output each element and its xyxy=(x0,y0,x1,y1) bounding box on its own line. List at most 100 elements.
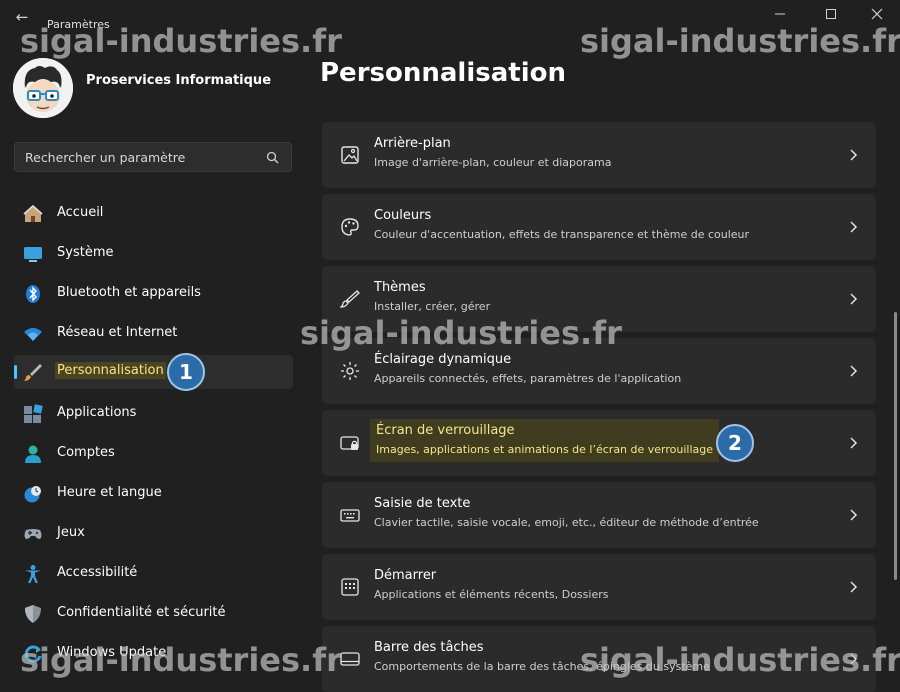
sidebar-item-label: Jeux xyxy=(57,525,85,540)
maximize-button[interactable] xyxy=(817,6,845,26)
shield-icon xyxy=(25,605,41,623)
search-icon xyxy=(266,151,279,164)
avatar[interactable] xyxy=(13,58,73,118)
card-title: Écran de verrouillage xyxy=(376,423,515,438)
avatar-cartoon-icon xyxy=(13,58,73,118)
card-barre-taches[interactable]: Barre des tâches Comportements de la bar… xyxy=(322,626,876,692)
card-subtitle: Comportements de la barre des tâches, ép… xyxy=(374,660,710,673)
sidebar-item-systeme[interactable]: Système xyxy=(14,237,293,271)
sidebar-item-jeux[interactable]: Jeux xyxy=(14,517,293,551)
system-icon xyxy=(24,247,42,262)
card-text: Barre des tâches Comportements de la bar… xyxy=(374,640,710,673)
card-demarrer[interactable]: Démarrer Applications et éléments récent… xyxy=(322,554,876,620)
start-icon xyxy=(341,578,359,596)
sidebar-item-label: Comptes xyxy=(57,445,115,460)
home-icon xyxy=(23,204,43,222)
sidebar-item-personnalisation[interactable]: Personnalisation xyxy=(14,355,293,389)
card-themes[interactable]: Thèmes Installer, créer, gérer xyxy=(322,266,876,332)
card-subtitle: Clavier tactile, saisie vocale, emoji, e… xyxy=(374,516,759,529)
lock-screen-icon xyxy=(340,436,359,450)
update-icon xyxy=(24,645,42,663)
step-2-badge: 2 xyxy=(716,424,754,462)
card-title: Saisie de texte xyxy=(374,496,471,511)
sidebar-item-label: Réseau et Internet xyxy=(57,325,178,340)
keyboard-icon xyxy=(340,509,360,522)
step-1-badge: 1 xyxy=(167,353,205,391)
app-title: Paramètres xyxy=(47,18,110,31)
close-icon xyxy=(871,8,883,20)
clock-globe-icon xyxy=(24,486,41,503)
card-text: Arrière-plan Image d'arrière-plan, coule… xyxy=(374,136,611,169)
page-title: Personnalisation xyxy=(320,58,566,88)
card-text: Thèmes Installer, créer, gérer xyxy=(374,280,490,313)
card-ecran-verrouillage[interactable]: Écran de verrouillage Images, applicatio… xyxy=(322,410,876,476)
card-subtitle: Applications et éléments récents, Dossie… xyxy=(374,588,609,601)
card-title: Couleurs xyxy=(374,208,432,223)
accessibility-icon xyxy=(25,565,41,583)
sidebar-item-confidentialite[interactable]: Confidentialité et sécurité xyxy=(14,597,293,631)
sidebar-item-label: Confidentialité et sécurité xyxy=(57,605,226,620)
chevron-right-icon xyxy=(850,653,858,665)
sidebar-item-windows-update[interactable]: Windows Update xyxy=(14,637,293,671)
sidebar-item-accessibilite[interactable]: Accessibilité xyxy=(14,557,293,591)
gamepad-icon xyxy=(24,529,42,539)
card-eclairage[interactable]: Éclairage dynamique Appareils connectés,… xyxy=(322,338,876,404)
card-text: Saisie de texte Clavier tactile, saisie … xyxy=(374,496,759,529)
scrollbar[interactable] xyxy=(894,312,897,580)
sidebar-item-heure[interactable]: Heure et langue xyxy=(14,477,293,511)
card-subtitle: Installer, créer, gérer xyxy=(374,300,491,313)
card-text: Écran de verrouillage Images, applicatio… xyxy=(370,419,720,462)
card-title: Démarrer xyxy=(374,568,437,583)
card-title: Barre des tâches xyxy=(374,640,484,655)
sidebar-item-applications[interactable]: Applications xyxy=(14,397,293,431)
search-placeholder: Rechercher un paramètre xyxy=(25,150,186,165)
card-arriere-plan[interactable]: Arrière-plan Image d'arrière-plan, coule… xyxy=(322,122,876,188)
sidebar-item-label: Heure et langue xyxy=(57,485,162,500)
chevron-right-icon xyxy=(850,149,858,161)
card-couleurs[interactable]: Couleurs Couleur d'accentuation, effets … xyxy=(322,194,876,260)
chevron-right-icon xyxy=(850,293,858,305)
bluetooth-icon xyxy=(26,285,40,303)
card-title: Arrière-plan xyxy=(374,136,451,151)
sidebar-item-reseau[interactable]: Réseau et Internet xyxy=(14,317,293,351)
search-input[interactable]: Rechercher un paramètre xyxy=(14,142,292,172)
taskbar-icon xyxy=(340,652,360,666)
sidebar-item-bluetooth[interactable]: Bluetooth et appareils xyxy=(14,277,293,311)
sidebar-item-label: Bluetooth et appareils xyxy=(57,285,201,300)
sidebar-item-comptes[interactable]: Comptes xyxy=(14,437,293,471)
selection-indicator xyxy=(14,365,17,379)
card-saisie-texte[interactable]: Saisie de texte Clavier tactile, saisie … xyxy=(322,482,876,548)
wifi-icon xyxy=(24,328,42,341)
chevron-right-icon xyxy=(850,581,858,593)
card-title: Thèmes xyxy=(374,280,426,295)
card-subtitle: Couleur d'accentuation, effets de transp… xyxy=(374,228,750,241)
lighting-icon xyxy=(341,362,359,380)
sidebar-item-label: Personnalisation xyxy=(55,362,166,379)
card-subtitle: Image d'arrière-plan, couleur et diapora… xyxy=(374,156,612,169)
image-icon xyxy=(341,146,359,164)
brush-icon xyxy=(24,364,42,381)
palette-icon xyxy=(341,218,359,236)
sidebar-item-label: Windows Update xyxy=(57,645,167,660)
title-bar: ← Paramètres xyxy=(0,0,900,34)
chevron-right-icon xyxy=(850,437,858,449)
minimize-button[interactable] xyxy=(766,6,794,26)
sidebar-item-label: Accueil xyxy=(57,205,104,220)
card-text: Démarrer Applications et éléments récent… xyxy=(374,568,608,601)
card-text: Éclairage dynamique Appareils connectés,… xyxy=(374,352,681,385)
card-subtitle: Images, applications et animations de l’… xyxy=(376,443,714,456)
back-arrow-icon[interactable]: ← xyxy=(12,8,32,26)
sidebar-item-label: Applications xyxy=(57,405,137,420)
apps-icon xyxy=(24,404,43,423)
chevron-right-icon xyxy=(850,509,858,521)
maximize-icon xyxy=(826,9,836,19)
card-title: Éclairage dynamique xyxy=(374,352,512,367)
chevron-right-icon xyxy=(850,221,858,233)
user-name[interactable]: Proservices Informatique xyxy=(86,73,271,88)
card-subtitle: Appareils connectés, effets, paramètres … xyxy=(374,372,682,385)
sidebar-item-accueil[interactable]: Accueil xyxy=(14,197,293,231)
card-text: Couleurs Couleur d'accentuation, effets … xyxy=(374,208,749,241)
close-button[interactable] xyxy=(863,6,891,26)
minimize-icon xyxy=(775,13,785,15)
brush-icon xyxy=(340,290,360,308)
